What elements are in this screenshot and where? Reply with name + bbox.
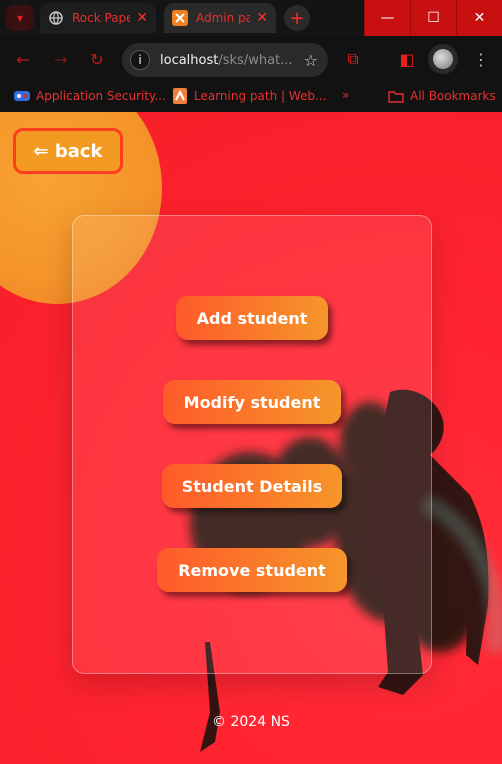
- learning-path-icon: [172, 88, 188, 104]
- modify-student-label: Modify student: [183, 392, 321, 412]
- tab-strip: ▾ Rock Paper Scissors ✕ Admin page ✕ + —…: [0, 0, 502, 36]
- plus-icon: +: [289, 7, 305, 29]
- globe-icon: [48, 10, 64, 26]
- profile-avatar[interactable]: [428, 44, 458, 74]
- tab-title: Rock Paper Scissors: [72, 11, 131, 25]
- folder-icon: [388, 88, 404, 104]
- chevrons-right-icon: »: [342, 88, 350, 102]
- extensions-icon[interactable]: ⧉: [342, 48, 364, 70]
- forward-arrow-icon[interactable]: →: [50, 48, 72, 70]
- page-viewport: ⇐ back Add student Modify student Studen…: [0, 112, 502, 764]
- avatar: [433, 49, 453, 69]
- window-controls: — ☐ ✕: [364, 0, 502, 36]
- reload-icon[interactable]: ↻: [86, 48, 108, 70]
- bookmark-item[interactable]: Application Security...: [14, 88, 166, 104]
- menu-dots-icon[interactable]: ⋮: [470, 48, 492, 70]
- all-bookmarks-button[interactable]: All Bookmarks: [388, 88, 496, 104]
- chevron-down-icon: ▾: [16, 11, 24, 25]
- close-icon[interactable]: ✕: [136, 10, 148, 26]
- remove-student-button[interactable]: Remove student: [157, 548, 347, 592]
- sidebar-icon[interactable]: ◧: [396, 48, 418, 70]
- tab-rock-paper[interactable]: Rock Paper Scissors ✕: [40, 3, 156, 33]
- maximize-icon: ☐: [427, 10, 440, 26]
- tab-search-button[interactable]: ▾: [6, 5, 34, 31]
- new-tab-button[interactable]: +: [284, 5, 310, 31]
- bookmark-label: Learning path | Web...: [194, 89, 327, 103]
- add-student-button[interactable]: Add student: [176, 296, 328, 340]
- remove-student-label: Remove student: [178, 560, 326, 580]
- maximize-button[interactable]: ☐: [410, 0, 456, 36]
- bookmarks-overflow-button[interactable]: »: [342, 88, 349, 102]
- add-student-label: Add student: [196, 308, 308, 328]
- tab-admin-page[interactable]: Admin page ✕: [164, 3, 276, 33]
- menu-card: Add student Modify student Student Detai…: [72, 215, 432, 674]
- page-footer: © 2024 NS: [212, 714, 290, 730]
- bookmark-label: Application Security...: [36, 89, 166, 103]
- toolbar: ← → ↻ i localhost/sks/what... ☆ ⧉ ◧ ⋮: [0, 36, 502, 82]
- student-details-label: Student Details: [181, 476, 323, 496]
- minimize-button[interactable]: —: [364, 0, 410, 36]
- url-path: /sks/what...: [218, 52, 293, 68]
- bookmark-star-icon[interactable]: ☆: [304, 51, 318, 70]
- site-info-icon[interactable]: i: [130, 50, 150, 70]
- all-bookmarks-label: All Bookmarks: [410, 89, 496, 103]
- minimize-icon: —: [380, 10, 395, 26]
- student-details-button[interactable]: Student Details: [162, 464, 342, 508]
- close-window-button[interactable]: ✕: [456, 0, 502, 36]
- bookmark-item[interactable]: Learning path | Web...: [172, 88, 326, 104]
- address-bar[interactable]: i localhost/sks/what... ☆: [122, 43, 328, 77]
- url-host: localhost: [160, 52, 219, 68]
- app-security-icon: [14, 88, 30, 104]
- back-button-label: ⇐ back: [33, 140, 103, 162]
- xampp-icon: [172, 10, 188, 26]
- tab-title: Admin page: [196, 11, 251, 25]
- modify-student-button[interactable]: Modify student: [163, 380, 341, 424]
- close-icon[interactable]: ✕: [256, 10, 268, 26]
- bookmarks-bar: Application Security... Learning path | …: [0, 82, 502, 112]
- close-icon: ✕: [473, 10, 486, 26]
- back-button[interactable]: ⇐ back: [13, 128, 123, 174]
- back-arrow-icon[interactable]: ←: [12, 48, 34, 70]
